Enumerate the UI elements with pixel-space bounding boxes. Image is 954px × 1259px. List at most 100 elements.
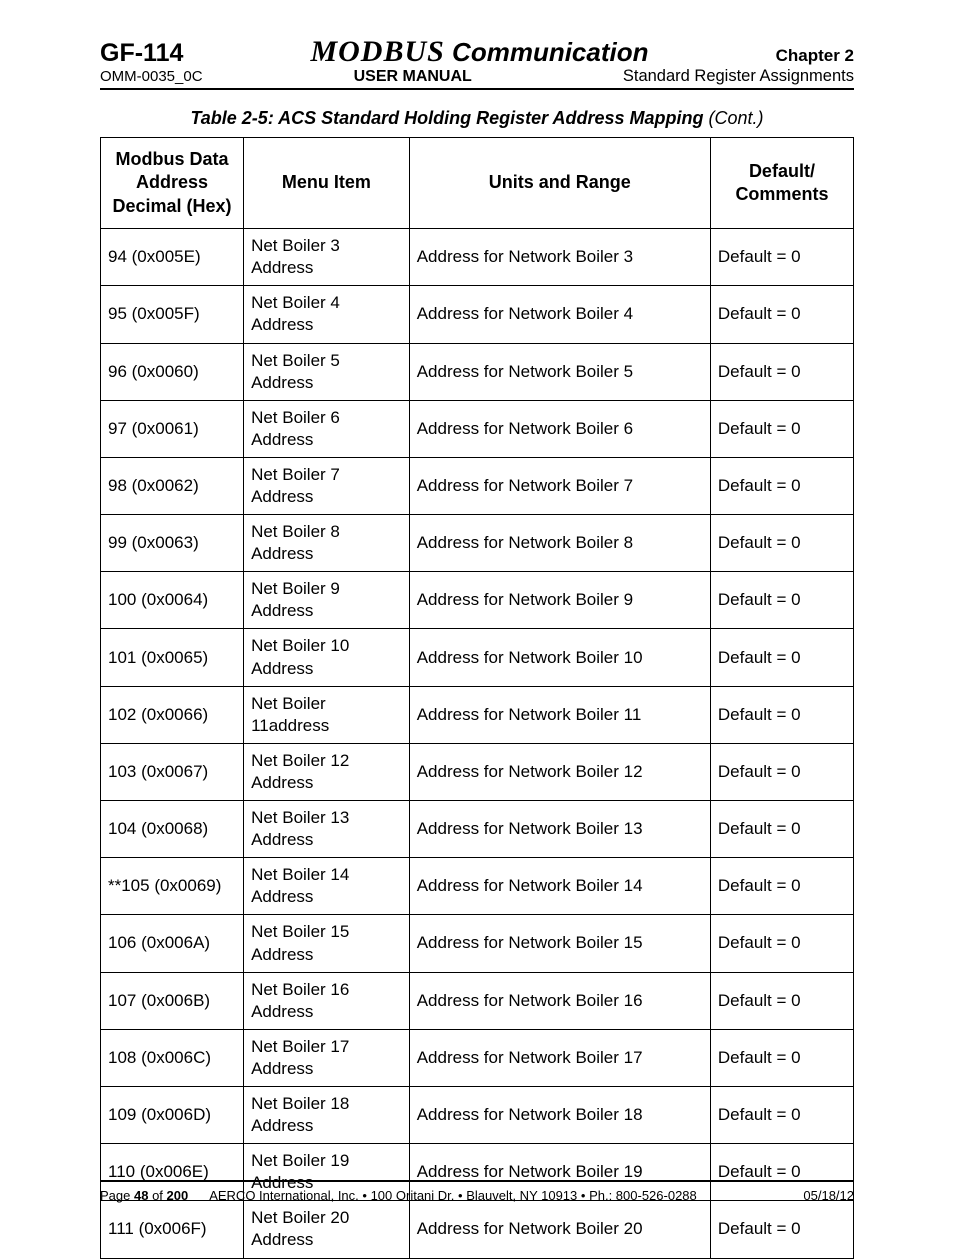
- cell-menu: Net Boiler 15 Address: [244, 915, 410, 972]
- company-city: Blauvelt, NY 10913: [466, 1188, 581, 1203]
- title-communication: Communication: [445, 37, 649, 67]
- table-row: 104 (0x0068)Net Boiler 13 AddressAddress…: [101, 801, 854, 858]
- table-row: 111 (0x006F)Net Boiler 20 AddressAddress…: [101, 1201, 854, 1258]
- cell-menu: Net Boiler 8 Address: [244, 515, 410, 572]
- cell-menu: Net Boiler 9 Address: [244, 572, 410, 629]
- cell-menu: Net Boiler 12 Address: [244, 743, 410, 800]
- title-modbus: MODBUS: [310, 35, 444, 68]
- cell-menu: Net Boiler 3 Address: [244, 229, 410, 286]
- cell-default: Default = 0: [710, 572, 853, 629]
- chapter-subtitle: Standard Register Assignments: [623, 67, 854, 86]
- cell-units: Address for Network Boiler 14: [409, 858, 710, 915]
- cell-addr: 95 (0x005F): [101, 286, 244, 343]
- cell-units: Address for Network Boiler 16: [409, 972, 710, 1029]
- cell-addr: 109 (0x006D): [101, 1086, 244, 1143]
- cell-addr: 98 (0x0062): [101, 457, 244, 514]
- th-menu-item: Menu Item: [244, 138, 410, 229]
- page-total: 200: [167, 1188, 189, 1203]
- table-caption-cont: (Cont.): [709, 108, 764, 128]
- cell-default: Default = 0: [710, 858, 853, 915]
- cell-addr: 111 (0x006F): [101, 1201, 244, 1258]
- th-units-range: Units and Range: [409, 138, 710, 229]
- cell-units: Address for Network Boiler 20: [409, 1201, 710, 1258]
- cell-units: Address for Network Boiler 18: [409, 1086, 710, 1143]
- cell-addr: 108 (0x006C): [101, 1029, 244, 1086]
- cell-addr: 103 (0x0067): [101, 743, 244, 800]
- cell-units: Address for Network Boiler 17: [409, 1029, 710, 1086]
- page-number: 48: [134, 1188, 148, 1203]
- cell-menu: Net Boiler 10 Address: [244, 629, 410, 686]
- chapter-label: Chapter 2: [776, 46, 854, 66]
- cell-default: Default = 0: [710, 343, 853, 400]
- company-address: 100 Oritani Dr.: [371, 1188, 458, 1203]
- cell-menu: Net Boiler 6 Address: [244, 400, 410, 457]
- company-phone: Ph.: 800-526-0288: [589, 1188, 697, 1203]
- cell-default: Default = 0: [710, 686, 853, 743]
- page-header: GF-114 MODBUS Communication Chapter 2 OM…: [100, 35, 854, 90]
- cell-addr: 106 (0x006A): [101, 915, 244, 972]
- table-row: 96 (0x0060)Net Boiler 5 AddressAddress f…: [101, 343, 854, 400]
- cell-default: Default = 0: [710, 629, 853, 686]
- th-address: Modbus Data Address Decimal (Hex): [101, 138, 244, 229]
- cell-menu: Net Boiler 18 Address: [244, 1086, 410, 1143]
- cell-units: Address for Network Boiler 6: [409, 400, 710, 457]
- table-row: 106 (0x006A)Net Boiler 15 AddressAddress…: [101, 915, 854, 972]
- doc-title: MODBUS Communication: [183, 35, 775, 69]
- cell-units: Address for Network Boiler 12: [409, 743, 710, 800]
- cell-default: Default = 0: [710, 1201, 853, 1258]
- table-row: 103 (0x0067)Net Boiler 12 AddressAddress…: [101, 743, 854, 800]
- table-row: 107 (0x006B)Net Boiler 16 AddressAddress…: [101, 972, 854, 1029]
- table-row: 99 (0x0063)Net Boiler 8 AddressAddress f…: [101, 515, 854, 572]
- cell-units: Address for Network Boiler 7: [409, 457, 710, 514]
- cell-units: Address for Network Boiler 13: [409, 801, 710, 858]
- cell-default: Default = 0: [710, 457, 853, 514]
- cell-addr: 96 (0x0060): [101, 343, 244, 400]
- cell-default: Default = 0: [710, 801, 853, 858]
- table-row: 94 (0x005E)Net Boiler 3 AddressAddress f…: [101, 229, 854, 286]
- cell-menu: Net Boiler 14 Address: [244, 858, 410, 915]
- bullet-icon: •: [581, 1188, 586, 1203]
- bullet-icon: •: [458, 1188, 463, 1203]
- cell-addr: 102 (0x0066): [101, 686, 244, 743]
- table-caption-main: Table 2-5: ACS Standard Holding Register…: [190, 108, 708, 128]
- bullet-icon: •: [362, 1188, 367, 1203]
- cell-addr: 107 (0x006B): [101, 972, 244, 1029]
- cell-default: Default = 0: [710, 1029, 853, 1086]
- cell-default: Default = 0: [710, 972, 853, 1029]
- user-manual-label: USER MANUAL: [354, 68, 472, 86]
- table-row: 98 (0x0062)Net Boiler 7 AddressAddress f…: [101, 457, 854, 514]
- cell-units: Address for Network Boiler 9: [409, 572, 710, 629]
- cell-menu: Net Boiler 13 Address: [244, 801, 410, 858]
- doc-revision: OMM-0035_0C: [100, 68, 203, 85]
- table-row: 108 (0x006C)Net Boiler 17 AddressAddress…: [101, 1029, 854, 1086]
- page-of: of: [148, 1188, 166, 1203]
- cell-units: Address for Network Boiler 4: [409, 286, 710, 343]
- table-row: **105 (0x0069)Net Boiler 14 AddressAddre…: [101, 858, 854, 915]
- cell-menu: Net Boiler 5 Address: [244, 343, 410, 400]
- table-row: 100 (0x0064)Net Boiler 9 AddressAddress …: [101, 572, 854, 629]
- cell-addr: **105 (0x0069): [101, 858, 244, 915]
- cell-addr: 94 (0x005E): [101, 229, 244, 286]
- cell-units: Address for Network Boiler 3: [409, 229, 710, 286]
- page-prefix: Page: [100, 1188, 134, 1203]
- company-name: AERCO International, Inc.: [209, 1188, 362, 1203]
- cell-menu: Net Boiler 11address: [244, 686, 410, 743]
- cell-default: Default = 0: [710, 915, 853, 972]
- cell-default: Default = 0: [710, 515, 853, 572]
- cell-menu: Net Boiler 20 Address: [244, 1201, 410, 1258]
- footer-left: Page 48 of 200 AERCO International, Inc.…: [100, 1188, 697, 1203]
- table-row: 109 (0x006D)Net Boiler 18 AddressAddress…: [101, 1086, 854, 1143]
- cell-units: Address for Network Boiler 10: [409, 629, 710, 686]
- cell-default: Default = 0: [710, 229, 853, 286]
- doc-code: GF-114: [100, 39, 183, 68]
- table-row: 101 (0x0065)Net Boiler 10 AddressAddress…: [101, 629, 854, 686]
- cell-units: Address for Network Boiler 8: [409, 515, 710, 572]
- register-table: Modbus Data Address Decimal (Hex) Menu I…: [100, 137, 854, 1259]
- table-caption: Table 2-5: ACS Standard Holding Register…: [100, 108, 854, 129]
- th-default: Default/ Comments: [710, 138, 853, 229]
- cell-menu: Net Boiler 7 Address: [244, 457, 410, 514]
- cell-addr: 101 (0x0065): [101, 629, 244, 686]
- cell-addr: 99 (0x0063): [101, 515, 244, 572]
- cell-default: Default = 0: [710, 743, 853, 800]
- cell-addr: 104 (0x0068): [101, 801, 244, 858]
